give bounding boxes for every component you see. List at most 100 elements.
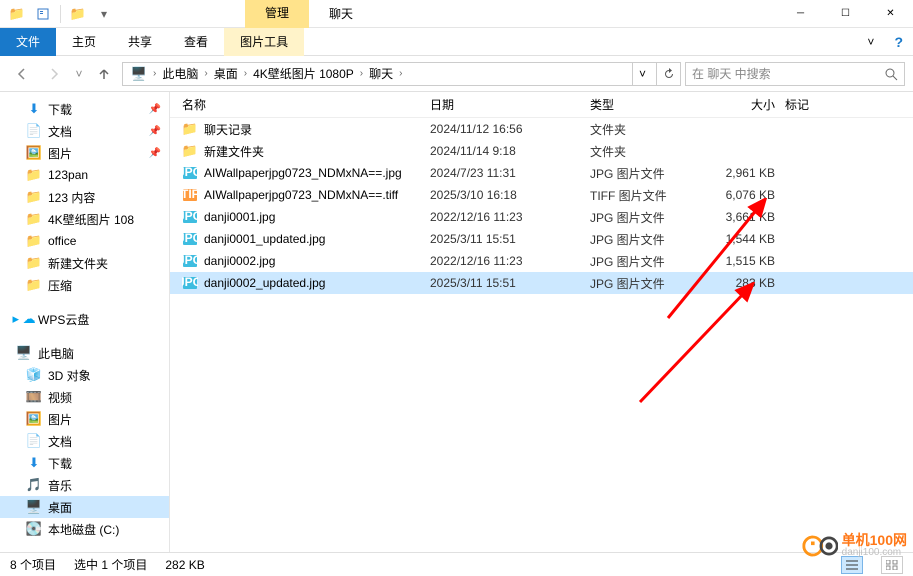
- file-name: danji0001.jpg: [204, 210, 275, 224]
- nav-downloads[interactable]: ⬇下载📌: [0, 98, 169, 120]
- svg-text:JPG: JPG: [182, 209, 198, 223]
- up-button[interactable]: [90, 60, 118, 88]
- nav-newfolder[interactable]: 📁新建文件夹: [0, 252, 169, 274]
- nav-documents[interactable]: 📄文档📌: [0, 120, 169, 142]
- qat-new-folder[interactable]: 📁: [67, 3, 89, 25]
- column-name[interactable]: 名称: [170, 96, 430, 113]
- column-date[interactable]: 日期: [430, 96, 590, 113]
- file-name: AIWallpaperjpg0723_NDMxNA==.tiff: [204, 188, 398, 202]
- file-rows[interactable]: 📁聊天记录2024/11/12 16:56文件夹📁新建文件夹2024/11/14…: [170, 118, 913, 552]
- nav-123pan[interactable]: 📁123pan: [0, 164, 169, 186]
- ribbon-tab-home[interactable]: 主页: [56, 28, 112, 56]
- navigation-pane[interactable]: ⬇下载📌 📄文档📌 🖼️图片📌 📁123pan 📁123 内容 📁4K壁纸图片 …: [0, 92, 170, 552]
- breadcrumb-pc-icon[interactable]: 🖥️: [127, 63, 151, 85]
- file-date: 2025/3/10 16:18: [430, 188, 590, 202]
- picture-icon: 🖼️: [26, 411, 42, 427]
- back-button[interactable]: [8, 60, 36, 88]
- nav-pc-pictures[interactable]: 🖼️图片: [0, 408, 169, 430]
- search-icon: [884, 67, 898, 81]
- document-icon: 📄: [26, 123, 42, 139]
- app-icon[interactable]: 📁: [6, 3, 28, 25]
- nav-office[interactable]: 📁office: [0, 230, 169, 252]
- pin-icon: 📌: [149, 104, 161, 115]
- folder-icon: 📁: [26, 233, 42, 249]
- status-selected: 选中 1 个项目: [74, 556, 147, 573]
- file-name: danji0002_updated.jpg: [204, 276, 325, 290]
- svg-text:TIF: TIF: [182, 187, 198, 201]
- search-placeholder: 在 聊天 中搜索: [692, 65, 884, 82]
- file-size: 2,961 KB: [705, 166, 785, 180]
- breadcrumb[interactable]: 🖥️ › 此电脑 › 桌面 › 4K壁纸图片 1080P › 聊天 › ˅: [122, 62, 657, 86]
- ribbon-tab-picture-tools[interactable]: 图片工具: [224, 28, 304, 56]
- recent-dropdown[interactable]: ˅: [72, 60, 86, 88]
- nav-desktop[interactable]: 🖥️桌面: [0, 496, 169, 518]
- status-count: 8 个项目: [10, 556, 56, 573]
- file-name: danji0001_updated.jpg: [204, 232, 325, 246]
- ribbon-tab-share[interactable]: 共享: [112, 28, 168, 56]
- breadcrumb-desktop[interactable]: 桌面: [210, 63, 242, 85]
- svg-text:JPG: JPG: [182, 231, 198, 245]
- file-date: 2025/3/11 15:51: [430, 232, 590, 246]
- ribbon-tab-file[interactable]: 文件: [0, 28, 56, 56]
- file-icon: JPG: [182, 253, 198, 269]
- svg-text:JPG: JPG: [182, 253, 198, 267]
- view-details-button[interactable]: [841, 556, 863, 574]
- contextual-tab[interactable]: 管理: [245, 0, 309, 28]
- nav-123content[interactable]: 📁123 内容: [0, 186, 169, 208]
- ribbon-expand[interactable]: ˅: [857, 28, 884, 56]
- status-size: 282 KB: [165, 558, 204, 572]
- breadcrumb-dropdown[interactable]: ˅: [632, 63, 652, 85]
- ribbon-help[interactable]: ?: [884, 28, 913, 56]
- column-mark[interactable]: 标记: [785, 96, 845, 113]
- download-icon: ⬇: [26, 101, 42, 117]
- file-row[interactable]: JPGAIWallpaperjpg0723_NDMxNA==.jpg2024/7…: [170, 162, 913, 184]
- search-input[interactable]: 在 聊天 中搜索: [685, 62, 905, 86]
- file-row[interactable]: JPGdanji0002_updated.jpg2025/3/11 15:51J…: [170, 272, 913, 294]
- nav-zip[interactable]: 📁压缩: [0, 274, 169, 296]
- breadcrumb-thispc[interactable]: 此电脑: [158, 63, 202, 85]
- view-icons-button[interactable]: [881, 556, 903, 574]
- watermark-logo: [802, 535, 838, 557]
- breadcrumb-chat[interactable]: 聊天: [365, 63, 397, 85]
- nav-pc-dl[interactable]: ⬇下载: [0, 452, 169, 474]
- nav-local-c[interactable]: 💽本地磁盘 (C:): [0, 518, 169, 540]
- file-row[interactable]: TIF AIWallpaperjpg0723_NDMxNA==.tiff 2025/…: [170, 184, 913, 206]
- file-type: 文件夹: [590, 121, 705, 138]
- minimize-button[interactable]: ─: [778, 0, 823, 28]
- nav-video[interactable]: 🎞️视频: [0, 386, 169, 408]
- file-name: 聊天记录: [204, 121, 252, 138]
- nav-4k[interactable]: 📁4K壁纸图片 108: [0, 208, 169, 230]
- nav-music[interactable]: 🎵音乐: [0, 474, 169, 496]
- forward-button[interactable]: [40, 60, 68, 88]
- nav-thispc[interactable]: 🖥️此电脑: [0, 342, 169, 364]
- status-bar: 8 个项目 选中 1 个项目 282 KB: [0, 552, 913, 576]
- file-size: 6,076 KB: [705, 188, 785, 202]
- qat-overflow[interactable]: ▾: [93, 3, 115, 25]
- nav-3d[interactable]: 🧊3D 对象: [0, 364, 169, 386]
- maximize-button[interactable]: ☐: [823, 0, 868, 28]
- file-row[interactable]: JPGdanji0001.jpg2022/12/16 11:23JPG 图片文件…: [170, 206, 913, 228]
- file-row[interactable]: JPGdanji0002.jpg2022/12/16 11:23JPG 图片文件…: [170, 250, 913, 272]
- qat-properties[interactable]: [32, 3, 54, 25]
- window-title: 聊天: [309, 5, 373, 22]
- nav-pictures[interactable]: 🖼️图片📌: [0, 142, 169, 164]
- file-icon: JPG: [182, 275, 198, 291]
- nav-wps[interactable]: ▸ ☁WPS云盘: [0, 308, 169, 330]
- ribbon-tab-view[interactable]: 查看: [168, 28, 224, 56]
- svg-text:JPG: JPG: [182, 165, 198, 179]
- refresh-button[interactable]: [657, 62, 681, 86]
- cloud-icon: ▸ ☁: [16, 311, 32, 327]
- file-row[interactable]: 📁聊天记录2024/11/12 16:56文件夹: [170, 118, 913, 140]
- close-button[interactable]: ✕: [868, 0, 913, 28]
- file-date: 2025/3/11 15:51: [430, 276, 590, 290]
- file-row[interactable]: 📁新建文件夹2024/11/14 9:18文件夹: [170, 140, 913, 162]
- file-size: 1,515 KB: [705, 254, 785, 268]
- column-size[interactable]: 大小: [705, 96, 785, 113]
- file-icon: JPG: [182, 231, 198, 247]
- file-row[interactable]: JPGdanji0001_updated.jpg2025/3/11 15:51J…: [170, 228, 913, 250]
- file-size: 3,661 KB: [705, 210, 785, 224]
- breadcrumb-4k[interactable]: 4K壁纸图片 1080P: [249, 63, 358, 85]
- column-type[interactable]: 类型: [590, 96, 705, 113]
- nav-pc-docs[interactable]: 📄文档: [0, 430, 169, 452]
- file-type: 文件夹: [590, 143, 705, 160]
